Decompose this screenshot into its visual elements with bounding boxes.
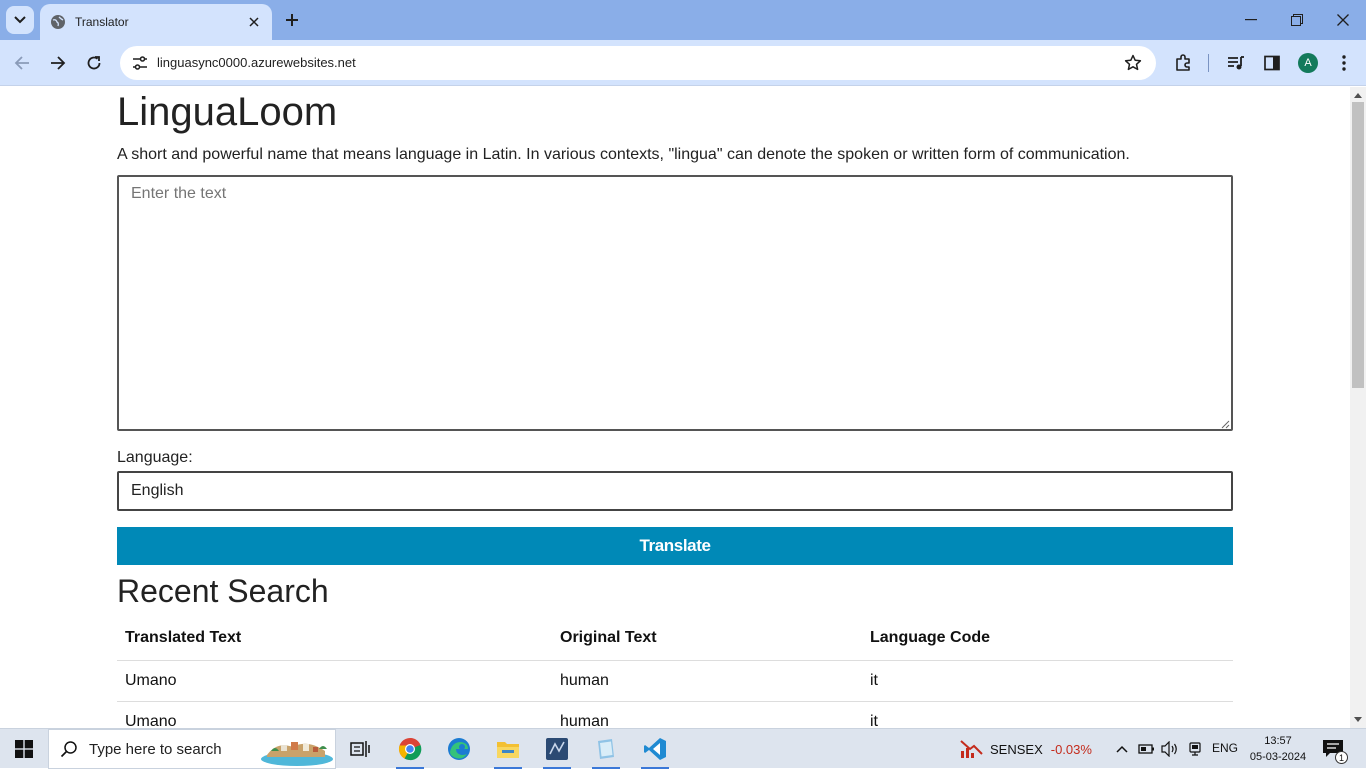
page-description: A short and powerful name that means lan… [117, 146, 1130, 163]
globe-icon [51, 15, 65, 29]
arrow-right-icon [51, 56, 66, 70]
scroll-up-arrow-icon[interactable] [1353, 91, 1363, 99]
reload-icon [87, 56, 101, 70]
source-text-input[interactable] [117, 175, 1233, 431]
site-info-icon[interactable] [128, 52, 152, 74]
forward-button[interactable] [44, 49, 72, 77]
plus-icon [286, 14, 298, 26]
restore-button[interactable] [1274, 0, 1320, 40]
notification-count-badge: 1 [1335, 751, 1348, 764]
recent-search-title: Recent Search [117, 573, 329, 609]
recent-search-table: Translated Text Original Text Language C… [117, 617, 1233, 728]
close-window-button[interactable] [1320, 0, 1366, 40]
system-clock[interactable]: 13:57 05-03-2024 [1248, 733, 1308, 765]
edge-icon [448, 738, 470, 760]
tab-title: Translator [75, 15, 129, 29]
page-viewport: LinguaLoom A short and powerful name tha… [0, 87, 1350, 728]
battery-icon[interactable] [1137, 739, 1157, 759]
stock-down-chart-icon [960, 740, 983, 758]
column-header-translated-text: Translated Text [117, 617, 552, 661]
reload-button[interactable] [80, 49, 108, 77]
task-view-icon [350, 741, 370, 757]
profile-avatar[interactable]: A [1298, 53, 1318, 73]
stock-label: SENSEX [990, 741, 1043, 757]
browser-toolbar: linguasync0000.azurewebsites.net A [0, 40, 1366, 86]
taskbar-sql-server[interactable] [533, 729, 581, 769]
language-code-cell: it [862, 660, 1233, 702]
clock-date: 05-03-2024 [1249, 751, 1307, 763]
page-title: LinguaLoom [117, 90, 338, 134]
extensions-icon[interactable] [1172, 52, 1194, 74]
url-text: linguasync0000.azurewebsites.net [157, 55, 356, 70]
volume-icon[interactable] [1160, 739, 1180, 759]
minimize-button[interactable] [1228, 0, 1274, 40]
taskbar-file-explorer[interactable] [484, 729, 532, 769]
scroll-down-arrow-icon[interactable] [1353, 716, 1363, 724]
taskbar-search-placeholder: Type here to search [89, 740, 222, 758]
page-scrollbar[interactable] [1350, 87, 1366, 728]
arrow-left-icon [14, 56, 29, 70]
new-tab-button[interactable] [280, 8, 304, 32]
windows-logo-icon [15, 740, 33, 758]
restore-icon [1291, 14, 1303, 26]
folder-icon [497, 742, 519, 758]
input-language-indicator[interactable]: ENG [1212, 741, 1238, 755]
notification-center-button[interactable]: 1 [1322, 739, 1348, 764]
table-header-row: Translated Text Original Text Language C… [117, 617, 1233, 661]
chevron-down-icon [14, 16, 26, 24]
translated-text-cell: Umano [117, 701, 552, 728]
taskbar-search-box[interactable]: Type here to search [48, 729, 336, 769]
search-highlight-illustration [261, 742, 333, 766]
search-icon [49, 740, 89, 758]
stock-widget[interactable]: SENSEX -0.03% [960, 729, 1092, 769]
show-hidden-icons-chevron-up-icon[interactable] [1112, 739, 1132, 759]
network-icon[interactable] [1185, 739, 1205, 759]
document-app-icon [598, 739, 614, 759]
resize-handle-icon[interactable] [1220, 419, 1230, 429]
windows-taskbar: Type here to search SENSEX -0.03% ENG 13… [0, 728, 1366, 769]
original-text-cell: human [552, 701, 862, 728]
toolbar-divider [1208, 54, 1209, 72]
column-header-original-text: Original Text [552, 617, 862, 661]
more-menu-icon[interactable] [1333, 52, 1355, 74]
start-button[interactable] [0, 729, 48, 769]
table-row: Umano human it [117, 701, 1233, 728]
side-panel-icon[interactable] [1261, 52, 1283, 74]
address-bar[interactable]: linguasync0000.azurewebsites.net [120, 46, 1156, 80]
translated-text-cell: Umano [117, 660, 552, 702]
browser-tab[interactable]: Translator [40, 4, 272, 40]
back-button[interactable] [8, 49, 36, 77]
table-row: Umano human it [117, 660, 1233, 702]
vscode-icon [644, 738, 666, 760]
chrome-icon [398, 737, 422, 761]
database-tool-icon [546, 738, 568, 760]
language-label: Language: [117, 449, 193, 466]
taskbar-vscode[interactable] [631, 729, 679, 769]
taskbar-app[interactable] [582, 729, 630, 769]
original-text-cell: human [552, 660, 862, 702]
clock-time: 13:57 [1264, 735, 1292, 747]
tab-close-icon[interactable] [246, 14, 262, 30]
taskbar-chrome[interactable] [386, 729, 434, 769]
taskbar-edge[interactable] [435, 729, 483, 769]
language-input[interactable] [117, 471, 1233, 511]
browser-tab-bar: Translator [0, 0, 1366, 40]
close-icon [1337, 14, 1349, 26]
column-header-language-code: Language Code [862, 617, 1233, 661]
scrollbar-thumb[interactable] [1352, 102, 1364, 388]
task-view-button[interactable] [336, 729, 384, 769]
tab-search-button[interactable] [6, 6, 34, 34]
translate-button[interactable]: Translate [117, 527, 1233, 565]
language-code-cell: it [862, 701, 1233, 728]
media-controls-icon[interactable] [1225, 52, 1247, 74]
minimize-icon [1245, 19, 1257, 21]
stock-change: -0.03% [1050, 741, 1092, 757]
bookmark-star-icon[interactable] [1124, 54, 1142, 72]
